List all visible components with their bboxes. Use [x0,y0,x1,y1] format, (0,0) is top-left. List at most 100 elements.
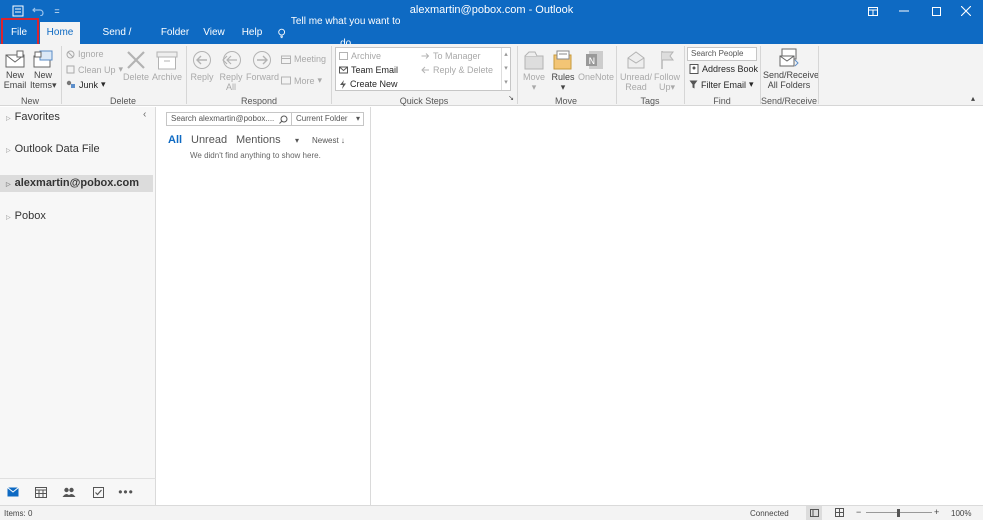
search-input[interactable]: Search alexmartin@pobox.... [166,112,292,126]
tab-folder[interactable]: Folder [158,22,192,44]
connection-status: Connected [750,509,789,518]
zoom-in-icon[interactable]: + [934,507,939,517]
qs-reply-delete[interactable]: Reply & Delete [421,65,493,75]
folder-outlook-data-file[interactable]: ▷ Outlook Data File [6,143,100,155]
junk-button[interactable]: Junk ▾ [66,79,106,90]
archive-icon [156,51,178,70]
send-receive-all-button[interactable]: Send/Receive All Folders [763,48,819,90]
more-respond-button[interactable]: More ▾ [281,75,322,86]
minimize-icon[interactable] [888,0,920,22]
reply-button[interactable]: Reply [190,50,214,82]
people-icon[interactable] [62,486,76,498]
qs-create-new-label: Create New [350,79,398,89]
delete-x-icon [127,51,145,69]
follow-up-button[interactable]: Follow Up▾ [654,50,680,92]
reading-pane [372,107,983,505]
reading-view-icon[interactable] [835,508,844,519]
svg-text:N: N [589,57,596,67]
reply-all-label-1: Reply [219,72,243,82]
folder-label: Favorites [14,111,60,123]
ribbon-display-icon[interactable] [857,0,889,22]
calendar-icon[interactable] [34,486,48,498]
filter-unread[interactable]: Unread [191,134,227,146]
sort-dropdown[interactable]: Newest ↓ [312,136,345,145]
expand-icon: ▷ [6,215,11,221]
message-list: Search alexmartin@pobox.... Current Fold… [157,107,371,505]
folder-label: alexmartin@pobox.com [14,177,140,189]
zoom-out-icon[interactable]: − [856,507,861,517]
module-switcher: ••• [0,478,156,505]
ignore-icon [66,50,75,58]
qs-archive-label: Archive [351,51,382,61]
collapse-pane-icon[interactable]: ‹ [143,109,146,120]
maximize-icon[interactable] [920,0,952,22]
close-icon[interactable] [950,0,982,22]
tab-send-receive[interactable]: Send / Receive [85,22,149,60]
search-people-input[interactable]: Search People [687,47,757,61]
flag-icon [661,51,674,69]
group-label-move: Move [554,96,577,106]
folder-pane: ‹ ▷ Favorites ▷ Outlook Data File ▷ alexmar… [0,107,156,505]
search-icon [279,115,288,124]
tab-home[interactable]: Home [40,22,80,44]
follow-up-label-1: Follow [654,72,681,82]
tab-help[interactable]: Help [238,22,266,44]
rules-label: Rules [551,72,575,82]
folder-account[interactable]: ▷ alexmartin@pobox.com [0,175,153,192]
junk-icon [66,80,75,88]
new-items-label-1: New [33,70,52,80]
ignore-button[interactable]: Ignore [66,49,104,59]
folder-favorites[interactable]: ▷ Favorites [6,111,60,123]
qs-reply-delete-icon [421,66,429,74]
qs-archive[interactable]: Archive [339,51,381,61]
chevron-down-icon: ▾ [355,114,360,123]
new-email-button[interactable]: New Email [3,50,27,90]
ignore-label: Ignore [78,49,104,59]
move-label: Move [522,72,545,82]
move-button[interactable]: Move ▾ [521,50,547,92]
group-label-send-receive: Send/Receive [761,96,818,106]
clean-up-icon [66,65,75,74]
qs-team-email[interactable]: Team Email [339,65,398,75]
zoom-slider-thumb[interactable] [897,509,900,517]
reply-all-button[interactable]: Reply All [218,50,244,92]
address-book-button[interactable]: Address Book [689,64,758,74]
group-label-quick-steps: Quick Steps [399,96,449,106]
forward-icon [253,51,271,69]
meeting-icon [281,55,291,64]
meeting-button[interactable]: Meeting [281,54,326,64]
search-scope-dropdown[interactable]: Current Folder ▾ [291,112,364,126]
more-respond-label: More [294,75,315,86]
clean-up-button[interactable]: Clean Up ▾ [66,64,123,75]
normal-view-icon[interactable] [806,506,822,520]
more-apps-icon[interactable]: ••• [118,485,133,499]
tell-me-box[interactable]: Tell me what you want to do [278,16,402,49]
folder-pobox[interactable]: ▷ Pobox [6,210,46,222]
tab-view[interactable]: View [200,22,228,44]
qs-to-manager[interactable]: To Manager [421,51,481,61]
title-bar: = alexmartin@pobox.com - Outlook [0,0,983,22]
group-label-new: New [20,96,39,106]
qs-create-new[interactable]: Create New [339,79,398,89]
filter-email-button[interactable]: Filter Email ▾ [689,79,754,90]
zoom-level[interactable]: 100% [951,509,971,518]
forward-button[interactable]: Forward [246,50,279,82]
qs-scroll[interactable]: ▴ ▾ ▾ [501,48,510,90]
unread-read-button[interactable]: Unread/ Read [620,50,652,92]
collapse-ribbon-icon[interactable]: ▴ [968,94,978,104]
filter-all[interactable]: All [168,134,182,146]
reply-icon [193,51,211,69]
quick-steps-launcher-icon[interactable]: ↘ [508,94,514,104]
new-email-label-1: New [5,70,24,80]
sort-arrow-icon: ↓ [340,136,345,145]
tasks-icon[interactable] [91,486,105,498]
mail-icon[interactable] [6,486,20,498]
delete-button[interactable]: Delete [123,50,149,82]
filter-more-icon[interactable]: ▾ [295,136,299,145]
archive-button[interactable]: Archive [151,50,183,82]
new-items-button[interactable]: New Items▾ [30,50,57,90]
onenote-button[interactable]: N OneNote [578,50,614,82]
lightbulb-icon [278,28,286,38]
filter-mentions[interactable]: Mentions [236,134,281,146]
rules-button[interactable]: Rules ▾ [550,50,576,92]
